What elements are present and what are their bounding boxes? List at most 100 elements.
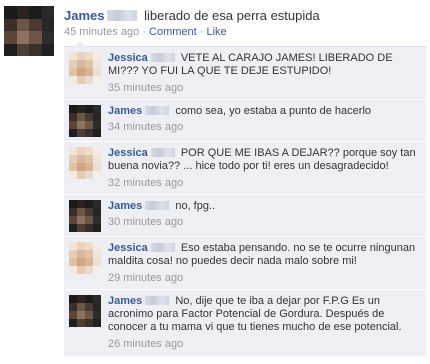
avatar-pixel <box>69 129 77 137</box>
avatar-pixel <box>69 121 77 129</box>
avatar-pixel <box>77 113 85 121</box>
post-author-avatar[interactable] <box>4 6 54 56</box>
comment-avatar[interactable] <box>69 147 101 179</box>
avatar-pixel <box>69 208 77 216</box>
avatar-pixel <box>85 242 93 250</box>
avatar-pixel <box>29 31 42 44</box>
avatar-pixel <box>85 105 93 113</box>
comment-avatar[interactable] <box>69 200 101 232</box>
avatar-pixel <box>85 224 93 232</box>
avatar-pixel <box>41 6 54 19</box>
avatar-pixel <box>77 319 85 327</box>
redacted-surname <box>107 10 138 21</box>
avatar-pixel <box>69 295 77 303</box>
avatar-pixelated <box>69 200 101 232</box>
avatar-pixel <box>41 31 54 44</box>
avatar-pixel <box>69 200 77 208</box>
avatar-pixel <box>69 311 77 319</box>
avatar-pixelated <box>4 6 54 56</box>
comment-item: Jessica Eso estaba pensando. no se te oc… <box>64 237 426 290</box>
avatar-pixel <box>77 208 85 216</box>
avatar-pixel <box>77 60 85 68</box>
avatar-pixel <box>69 319 77 327</box>
avatar-pixel <box>93 163 101 171</box>
avatar-pixel <box>77 105 85 113</box>
avatar-pixel <box>4 6 17 19</box>
avatar-pixelated <box>69 147 101 179</box>
avatar-pixel <box>85 295 93 303</box>
avatar-pixel <box>77 216 85 224</box>
avatar-pixel <box>93 319 101 327</box>
avatar-pixel <box>69 68 77 76</box>
avatar-pixel <box>93 242 101 250</box>
avatar-pixel <box>93 147 101 155</box>
avatar-pixel <box>85 303 93 311</box>
avatar-pixel <box>77 303 85 311</box>
avatar-pixel <box>85 258 93 266</box>
avatar-pixel <box>77 155 85 163</box>
avatar-pixel <box>93 266 101 274</box>
avatar-pixel <box>85 113 93 121</box>
redacted-surname <box>150 53 175 62</box>
avatar-pixel <box>69 266 77 274</box>
meta-separator: · <box>142 26 146 38</box>
avatar-pixel <box>85 208 93 216</box>
comment-text: no, fpg.. <box>175 200 216 212</box>
avatar-pixel <box>16 18 29 31</box>
meta-separator: · <box>199 26 204 38</box>
comment-avatar[interactable] <box>69 295 101 327</box>
avatar-pixel <box>4 31 17 44</box>
avatar-pixelated <box>69 52 101 84</box>
comment-text: como sea, yo estaba a punto de hacerlo <box>175 105 372 117</box>
avatar-pixel <box>69 224 77 232</box>
comment-body: James no, fpg.. <box>108 200 420 213</box>
avatar-pixel <box>16 6 29 19</box>
avatar-pixel <box>69 76 77 84</box>
redacted-surname <box>145 106 170 115</box>
comment-author[interactable]: Jessica <box>108 242 148 254</box>
avatar-pixel <box>93 52 101 60</box>
avatar-pixel <box>69 60 77 68</box>
comment-avatar[interactable] <box>69 242 101 274</box>
comment-author[interactable]: James <box>108 200 142 212</box>
avatar-pixel <box>93 250 101 258</box>
avatar-pixel <box>77 258 85 266</box>
post-author-name[interactable]: James <box>64 8 104 23</box>
comment-avatar[interactable] <box>69 52 101 84</box>
avatar-pixel <box>93 258 101 266</box>
avatar-pixel <box>85 200 93 208</box>
avatar-pixel <box>69 155 77 163</box>
avatar-pixel <box>93 295 101 303</box>
avatar-pixel <box>77 311 85 319</box>
avatar-pixelated <box>69 105 101 137</box>
avatar-pixel <box>85 60 93 68</box>
redacted-surname <box>145 296 170 305</box>
comment-timestamp: 35 minutes ago <box>108 82 184 94</box>
comments-list: Jessica VETE AL CARAJO JAMES! LIBERADO D… <box>64 41 426 356</box>
comment-link[interactable]: Comment <box>149 26 197 38</box>
like-link[interactable]: Like <box>207 26 227 38</box>
comment-author[interactable]: James <box>108 295 142 307</box>
avatar-pixel <box>29 43 42 56</box>
avatar-pixel <box>77 147 85 155</box>
avatar-pixel <box>77 52 85 60</box>
avatar-pixel <box>85 266 93 274</box>
comment-author[interactable]: Jessica <box>108 147 148 159</box>
avatar-pixel <box>69 216 77 224</box>
comment-item: Jessica POR QUE ME IBAS A DEJAR?? porque… <box>64 142 426 195</box>
feed-post: James liberado de esa perra estupida 45 … <box>0 0 430 364</box>
avatar-pixel <box>93 303 101 311</box>
avatar-pixel <box>41 43 54 56</box>
avatar-pixel <box>69 171 77 179</box>
avatar-pixel <box>93 105 101 113</box>
comment-author[interactable]: Jessica <box>108 52 148 64</box>
avatar-pixel <box>93 113 101 121</box>
avatar-pixel <box>69 113 77 121</box>
avatar-pixel <box>93 311 101 319</box>
comment-item: James No, dije que te iba a dejar por F.… <box>64 290 426 356</box>
post-timestamp: 45 minutes ago <box>64 26 140 38</box>
comment-author[interactable]: James <box>108 105 142 117</box>
comment-item: James como sea, yo estaba a punto de hac… <box>64 100 426 142</box>
avatar-pixel <box>77 121 85 129</box>
comment-avatar[interactable] <box>69 105 101 137</box>
